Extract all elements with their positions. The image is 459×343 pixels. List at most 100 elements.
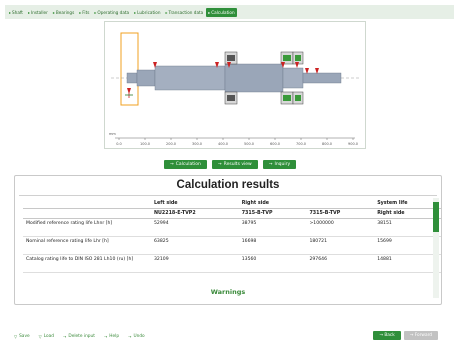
button-label: Calculation <box>175 162 201 167</box>
button-label: Delete input <box>68 333 95 339</box>
tab-calculation[interactable]: ▸ Calculation <box>206 7 237 17</box>
back-button[interactable]: → Back <box>373 331 401 340</box>
table-row: Nominal reference rating life Lhr [h] 63… <box>23 236 441 255</box>
shaft-segment <box>126 72 138 84</box>
axis-tick-label: 0.0 <box>116 142 122 146</box>
axis-unit: mm <box>109 132 116 136</box>
table-cell: 14881 <box>374 254 441 273</box>
table-cell: 63825 <box>151 236 239 255</box>
table-row: Modified reference rating life Lhnr [h] … <box>23 218 441 237</box>
tab-lubrication[interactable]: ▸ Lubrication <box>132 8 162 17</box>
tab-label: Installer <box>30 9 48 15</box>
arrow-icon: → <box>170 162 174 167</box>
inquiry-button[interactable]: → Inquiry <box>262 160 297 169</box>
arrow-icon: → <box>103 333 108 339</box>
subheader-cell: Right side <box>374 208 441 219</box>
shaft-diagram: mm 0.0 100.0 200.0 300.0 400.0 500.0 600.0 700.… <box>109 32 361 146</box>
axis-tick-label: 100.0 <box>140 142 150 146</box>
tab-transaction-data[interactable]: ▸ Transaction data <box>163 8 205 17</box>
tab-label: Bearings <box>55 9 75 15</box>
tab-label: Lubrication <box>137 9 161 15</box>
navigation-buttons: → Back → Forward <box>373 331 438 340</box>
undo-button[interactable]: → Undo <box>128 334 145 339</box>
axis-tick-label: 400.0 <box>218 142 228 146</box>
arrow-icon: ▸ <box>134 9 137 15</box>
table-cell: 13560 <box>238 254 307 273</box>
action-buttons: → Calculation → Results view → Inquiry <box>164 160 297 169</box>
tab-label: Shaft <box>12 9 23 15</box>
save-icon: ▽ <box>14 333 18 339</box>
results-title: Calculation results <box>176 179 280 191</box>
arrow-icon: → <box>217 162 222 167</box>
arrow-icon: ▸ <box>52 9 55 15</box>
shaft-segment <box>136 69 156 87</box>
tab-shaft[interactable]: ▸ Shaft <box>7 8 25 17</box>
table-cell: 32109 <box>151 254 239 273</box>
results-table: Left side Right side System life NU2218-… <box>23 199 441 273</box>
row-label: Modified reference rating life Lhnr [h] <box>23 218 151 237</box>
button-label: Forward <box>414 333 432 338</box>
axis-tick-label: 900.0 <box>348 142 358 146</box>
table-subheader-row: NU2218-E-TVP2 7315-B-TVP 7315-B-TVP Righ… <box>23 208 441 219</box>
warnings-heading[interactable]: Warnings <box>15 288 441 296</box>
arrow-icon: ▸ <box>165 9 168 15</box>
tab-installer[interactable]: ▸ Installer <box>26 8 50 17</box>
subheader-cell: NU2218-E-TVP2 <box>151 208 239 219</box>
calculation-button[interactable]: → Calculation <box>164 160 207 169</box>
tab-label: Calculation <box>211 9 235 15</box>
save-button[interactable]: ▽ Save <box>14 334 30 339</box>
subheader-cell: 7315-B-TVP <box>306 208 375 219</box>
arrow-icon: ▸ <box>94 9 97 15</box>
arrow-icon: → <box>63 333 67 339</box>
table-cell: 38151 <box>374 218 441 237</box>
divider <box>19 195 437 196</box>
button-label: Save <box>19 333 30 339</box>
table-cell: 52994 <box>151 218 239 237</box>
header-cell-right-side: Right side <box>238 199 307 209</box>
tab-label: Operating data <box>97 9 130 15</box>
header-cell <box>23 199 151 209</box>
table-cell: 15699 <box>374 236 441 255</box>
results-view-button[interactable]: → Results view <box>211 160 258 169</box>
arrow-icon: ▸ <box>9 9 12 15</box>
axis-tick-label: 500.0 <box>244 142 254 146</box>
row-label: Nominal reference rating life Lhr [h] <box>23 236 151 255</box>
table-cell: 297646 <box>306 254 375 273</box>
axis-tick-label: 800.0 <box>322 142 332 146</box>
help-button[interactable]: → Help <box>104 334 119 339</box>
header-cell-left-side: Left side <box>151 199 239 209</box>
coordinate-gizmo-icon <box>125 90 133 98</box>
header-cell <box>306 199 375 209</box>
table-header-row: Left side Right side System life <box>23 199 441 209</box>
button-label: Inquiry <box>274 162 291 167</box>
tab-fits[interactable]: ▸ Fits <box>77 8 91 17</box>
table-cell: >1000000 <box>306 218 375 237</box>
row-label: Catalog rating life to DIN ISO 281 Lh10 … <box>23 254 151 273</box>
shaft-segment <box>282 67 304 89</box>
arrow-icon: → <box>128 333 132 339</box>
results-panel: Calculation results Left side Right side… <box>14 175 442 305</box>
button-label: Load <box>43 333 55 339</box>
axis-tick-label: 300.0 <box>192 142 202 146</box>
results-scrollbar[interactable] <box>433 198 439 298</box>
button-label: Help <box>109 333 120 339</box>
delete-input-button[interactable]: → Delete input <box>63 334 95 339</box>
forward-button[interactable]: → Forward <box>403 331 438 340</box>
shaft-segment <box>224 63 284 93</box>
button-label: Results view <box>223 162 252 167</box>
header-cell-system-life: System life <box>374 199 441 209</box>
tab-bar: ▸ Shaft ▸ Installer ▸ Bearings ▸ Fits ▸ Opera… <box>5 5 454 19</box>
arrow-icon: ▸ <box>27 9 30 15</box>
table-row: Catalog rating life to DIN ISO 281 Lh10 … <box>23 254 441 273</box>
tab-operating-data[interactable]: ▸ Operating data <box>92 8 131 17</box>
table-cell: 16698 <box>238 236 307 255</box>
arrow-icon: ▸ <box>79 9 82 15</box>
tab-label: Fits <box>82 9 90 15</box>
button-label: Back <box>384 333 395 338</box>
scroll-thumb[interactable] <box>433 202 439 232</box>
tab-label: Transaction data <box>168 9 204 15</box>
shaft-segment <box>154 65 226 91</box>
load-button[interactable]: ▽ Load <box>39 334 54 339</box>
axis-tick-label: 200.0 <box>166 142 176 146</box>
tab-bearings[interactable]: ▸ Bearings <box>51 8 76 17</box>
